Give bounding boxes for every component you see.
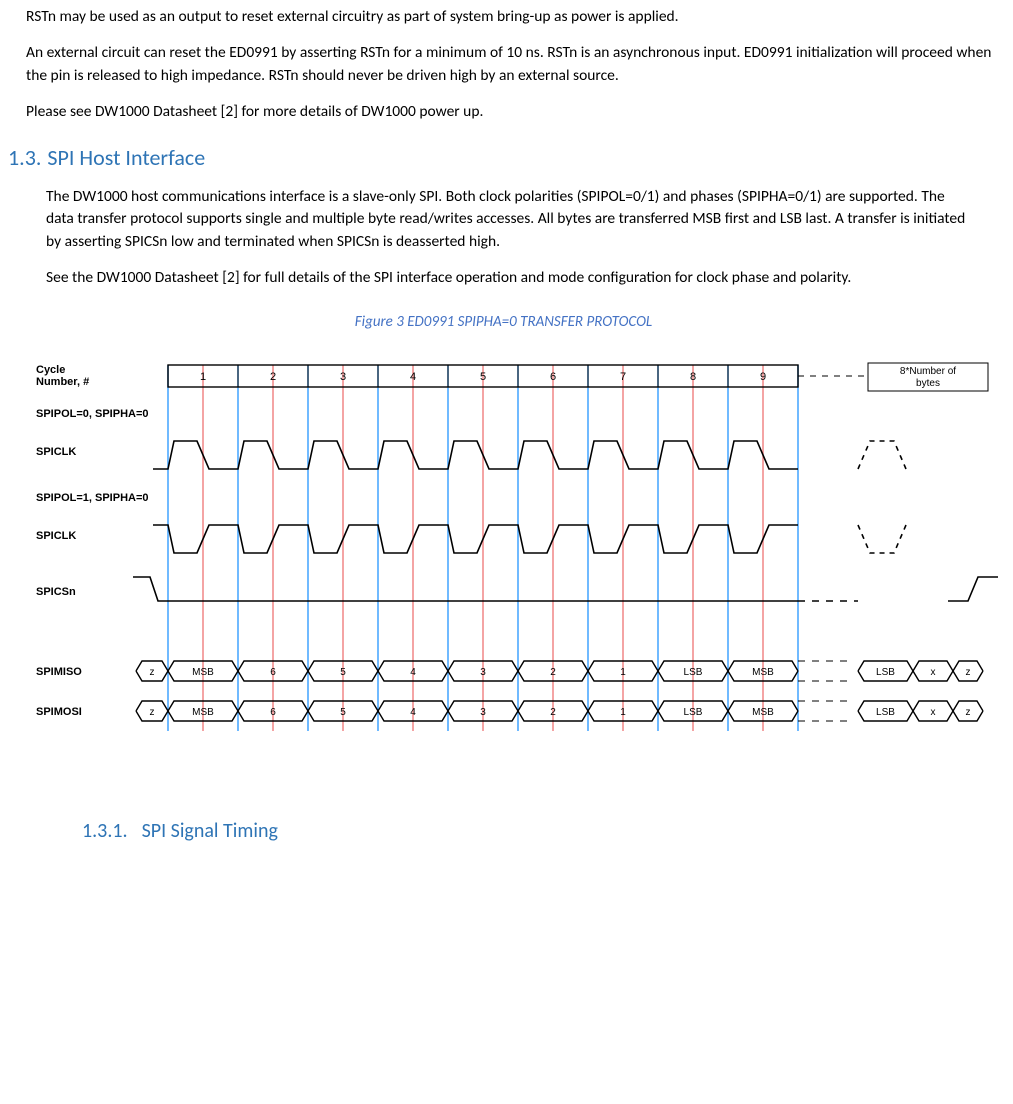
svg-text:SPICLK: SPICLK [36, 530, 76, 542]
svg-text:4: 4 [410, 667, 416, 678]
subsection-title: SPI Signal Timing [142, 817, 278, 846]
svg-text:1: 1 [620, 707, 626, 718]
svg-text:2: 2 [550, 707, 556, 718]
svg-text:z: z [150, 707, 155, 718]
paragraph: RSTn may be used as an output to reset e… [26, 6, 996, 28]
paragraph: An external circuit can reset the ED0991… [26, 42, 996, 87]
svg-text:7: 7 [620, 371, 626, 383]
svg-text:SPICSn: SPICSn [36, 586, 76, 598]
svg-text:2: 2 [270, 371, 276, 383]
paragraph: Please see DW1000 Datasheet [2] for more… [26, 101, 996, 123]
svg-text:6: 6 [270, 667, 276, 678]
svg-text:SPIPOL=1, SPIPHA=0: SPIPOL=1, SPIPHA=0 [36, 492, 149, 504]
svg-text:SPIPOL=0, SPIPHA=0: SPIPOL=0, SPIPHA=0 [36, 408, 149, 420]
svg-text:MSB: MSB [752, 707, 774, 718]
svg-text:LSB: LSB [876, 667, 895, 678]
section-title: SPI Host Interface [47, 142, 205, 174]
svg-text:SPIMOSI: SPIMOSI [36, 706, 82, 718]
section-number: 1.3. [8, 142, 41, 174]
svg-text:3: 3 [340, 371, 346, 383]
svg-text:MSB: MSB [752, 667, 774, 678]
svg-text:4: 4 [410, 371, 416, 383]
subsection-heading: 1.3.1. SPI Signal Timing [82, 817, 999, 846]
section-heading: 1.3. SPI Host Interface [8, 142, 999, 174]
figure-caption: Figure 3 ED0991 SPIPHA=0 TRANSFER PROTOC… [8, 312, 999, 334]
svg-text:3: 3 [480, 707, 486, 718]
svg-text:1: 1 [620, 667, 626, 678]
svg-text:Cycle: Cycle [36, 364, 65, 376]
svg-text:8*Number of: 8*Number of [900, 366, 956, 377]
svg-text:5: 5 [480, 371, 486, 383]
svg-text:LSB: LSB [684, 707, 703, 718]
svg-text:MSB: MSB [192, 707, 214, 718]
svg-text:6: 6 [270, 707, 276, 718]
svg-text:8: 8 [690, 371, 696, 383]
svg-text:x: x [931, 667, 936, 678]
subsection-number: 1.3.1. [82, 817, 128, 846]
svg-text:1: 1 [200, 371, 206, 383]
svg-text:LSB: LSB [876, 707, 895, 718]
svg-text:x: x [931, 707, 936, 718]
timing-diagram: CycleNumber, # 1 2 3 4 5 6 7 8 9 8*Number ofbytes S… [28, 351, 999, 781]
svg-text:LSB: LSB [684, 667, 703, 678]
svg-text:4: 4 [410, 707, 416, 718]
svg-text:z: z [966, 707, 971, 718]
svg-text:3: 3 [480, 667, 486, 678]
svg-text:6: 6 [550, 371, 556, 383]
svg-text:2: 2 [550, 667, 556, 678]
svg-text:MSB: MSB [192, 667, 214, 678]
svg-text:SPIMISO: SPIMISO [36, 666, 82, 678]
paragraph: The DW1000 host communications interface… [46, 186, 966, 253]
svg-text:5: 5 [340, 707, 346, 718]
svg-text:Number, #: Number, # [36, 376, 89, 388]
svg-text:5: 5 [340, 667, 346, 678]
svg-text:9: 9 [760, 371, 766, 383]
svg-text:z: z [966, 667, 971, 678]
svg-text:z: z [150, 667, 155, 678]
svg-text:bytes: bytes [916, 378, 940, 389]
paragraph: See the DW1000 Datasheet [2] for full de… [46, 267, 966, 289]
svg-text:SPICLK: SPICLK [36, 446, 76, 458]
